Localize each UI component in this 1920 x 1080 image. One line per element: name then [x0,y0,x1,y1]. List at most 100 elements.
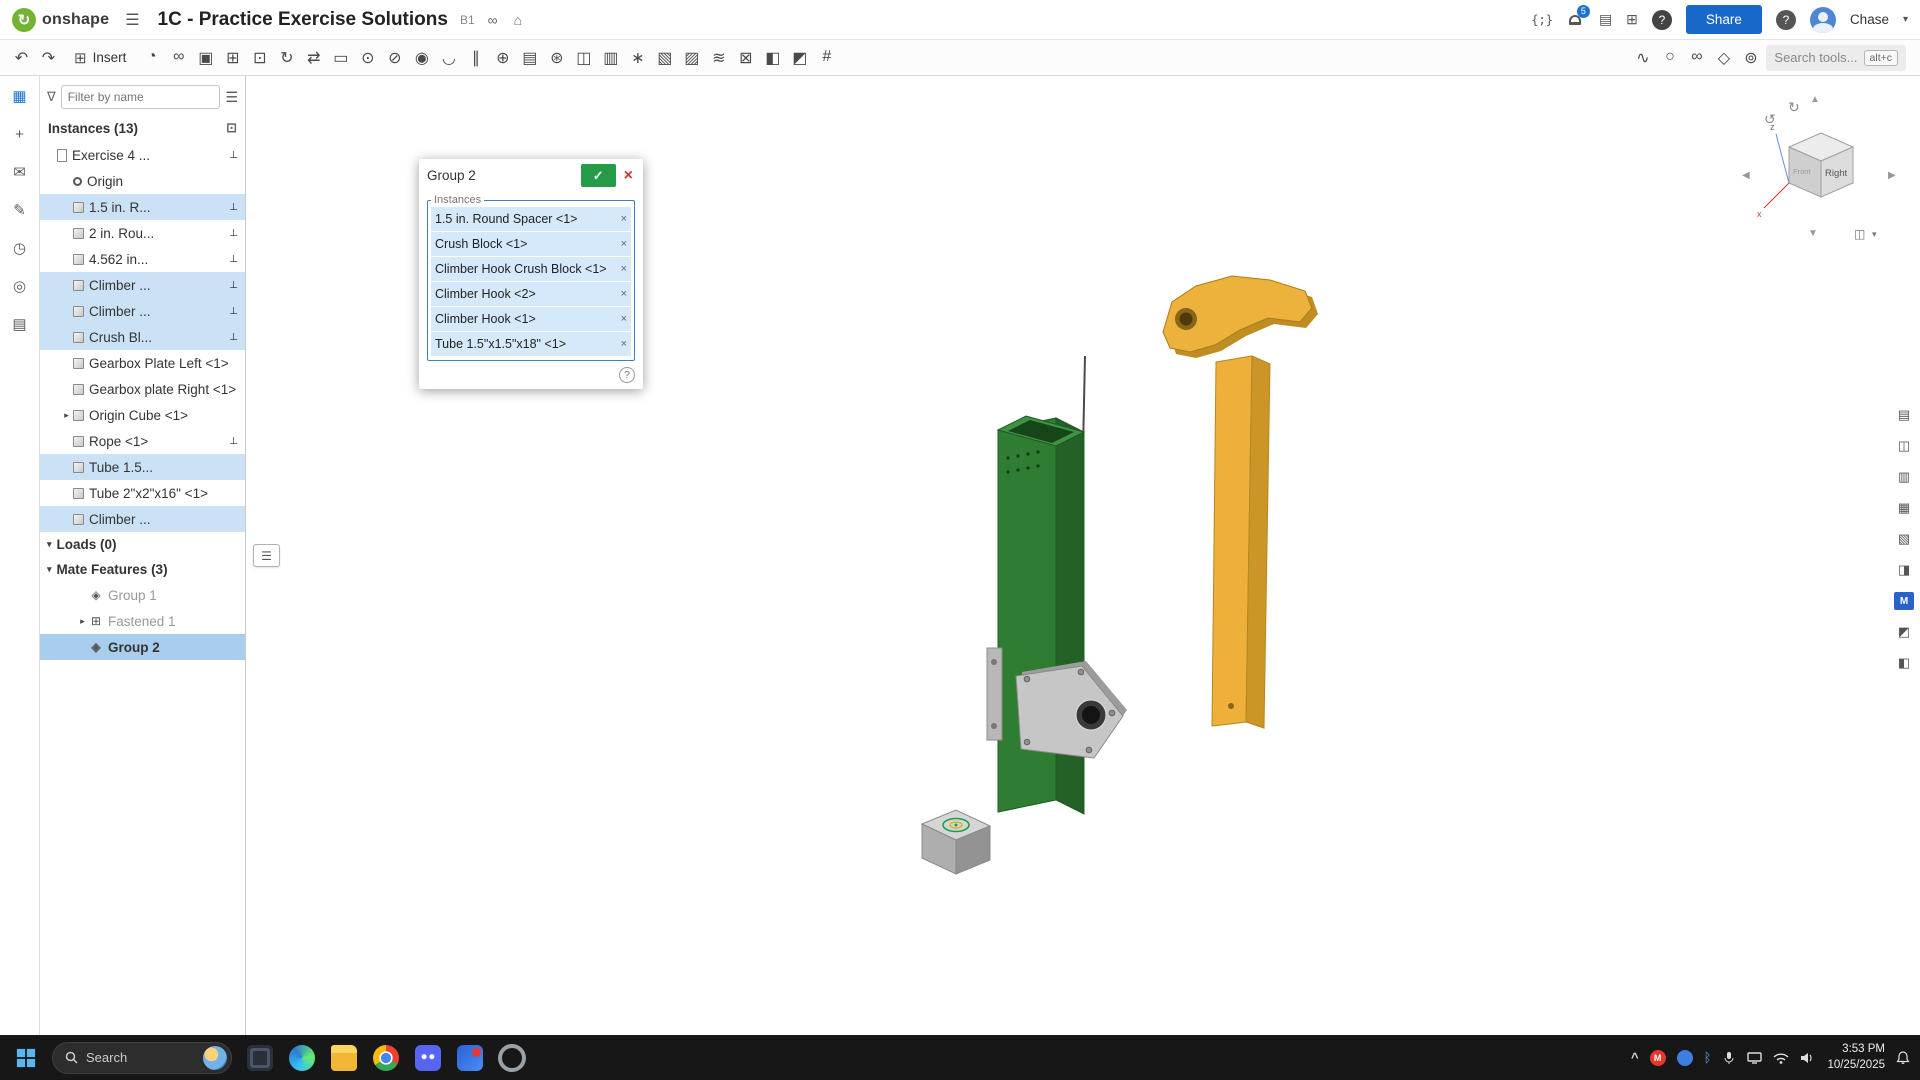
dialog-instance-row[interactable]: Climber Hook Crush Block <1>× [431,257,631,281]
markup-panel-icon[interactable]: ✎ [7,198,33,222]
mate-features-section-header[interactable]: ▾ Mate Features (3) [40,557,245,582]
tree-item[interactable]: 1.5 in. R...⊥ [40,194,245,220]
mate-connector-icon[interactable]: ⊥ [229,228,238,239]
mate-connector-icon[interactable]: ⊥ [229,436,238,447]
mate-connector-icon[interactable]: ⊥ [229,306,238,317]
planar-mate-icon[interactable]: ▭ [327,45,354,71]
viewcube-front-face-label[interactable]: Front [1793,167,1811,176]
tree-item[interactable]: 2 in. Rou...⊥ [40,220,245,246]
viewcube-right-face-label[interactable]: Right [1825,168,1848,179]
interference-icon[interactable]: ⊠ [732,45,759,71]
simulation-panel-icon[interactable]: ◩ [1894,623,1914,641]
help-icon[interactable]: ? [1776,10,1796,30]
show-mates-icon[interactable]: ∞ [1683,45,1710,71]
dialog-instance-row[interactable]: Climber Hook <1>× [431,307,631,331]
snap-view-icon[interactable]: ∿ [1629,45,1656,71]
show-hidden-icon[interactable]: ⊚ [1737,45,1764,71]
main-menu-icon[interactable]: ☰ [119,10,145,30]
exploded-view-icon[interactable]: ∗ [624,45,651,71]
share-link-icon[interactable]: ∞ [485,12,501,28]
tangent-mate-icon[interactable]: ◡ [435,45,462,71]
tree-item[interactable]: Climber ...⊥ [40,298,245,324]
tree-item[interactable]: Climber ... [40,506,245,532]
search-panel-icon[interactable]: ◎ [7,274,33,298]
instances-menu-icon[interactable]: ⊡ [226,120,237,136]
remove-instance-icon[interactable]: × [617,263,627,275]
tree-item[interactable]: Crush Bl...⊥ [40,324,245,350]
climber-hook-part[interactable] [1163,276,1318,728]
perspective-icon[interactable]: ◇ [1710,45,1737,71]
comments-panel-icon[interactable]: ✉ [7,160,33,184]
tree-item[interactable]: Tube 2"x2"x16" <1> [40,480,245,506]
taskbar-search[interactable]: Search [52,1042,232,1074]
edge-app-icon[interactable] [284,1038,320,1078]
feature-list-panel-icon[interactable]: ▦ [1894,499,1914,517]
app-tray-icon[interactable] [1677,1050,1693,1066]
history-panel-icon[interactable]: ◷ [7,236,33,260]
loads-section-header[interactable]: ▾ Loads (0) [40,532,245,557]
group-icon[interactable]: ▣ [192,45,219,71]
undo-icon[interactable]: ↶ [8,45,35,71]
whats-new-icon[interactable]: ▤ [1599,11,1612,28]
rotate-down-icon[interactable]: ▼ [1808,228,1818,239]
mirror-icon[interactable]: ◫ [570,45,597,71]
dev-mode-icon[interactable]: {;} [1531,13,1553,27]
mate-connector-icon[interactable]: ⊥ [229,280,238,291]
rotate-cw-icon[interactable]: ↻ [1788,99,1800,115]
filter-input[interactable] [61,85,221,109]
simulation-icon[interactable]: ≋ [705,45,732,71]
help-center-icon[interactable]: ? [1652,10,1672,30]
learning-center-icon[interactable]: ⌂ [511,12,525,28]
filter-icon[interactable]: ∇ [47,89,56,105]
tree-item[interactable]: Rope <1>⊥ [40,428,245,454]
share-button[interactable]: Share [1686,5,1762,34]
remove-instance-icon[interactable]: × [617,313,627,325]
insert-panel-icon[interactable]: + [7,122,33,146]
cylindrical-mate-icon[interactable]: ⊙ [354,45,381,71]
view-options-icon[interactable]: ◫ [1854,227,1865,241]
search-highlight-image[interactable] [203,1046,227,1070]
tree-item[interactable]: Gearbox Plate Left <1> [40,350,245,376]
microphone-icon[interactable] [1722,1051,1736,1065]
media-app-icon[interactable] [452,1038,488,1078]
dialog-instance-row[interactable]: Crush Block <1>× [431,232,631,256]
tree-item[interactable]: Exercise 4 ...⊥ [40,142,245,168]
remove-instance-icon[interactable]: × [617,238,627,250]
taskbar-clock[interactable]: 3:53 PM 10/25/2025 [1827,1042,1885,1073]
rotate-right-icon[interactable]: ▶ [1888,170,1896,181]
3d-viewport[interactable]: ☰ Group 2 ✓ × Instances 1.5 in. Round Sp… [246,76,1920,1035]
view-options-caret-icon[interactable]: ▾ [1872,229,1877,239]
dialog-instance-row[interactable]: 1.5 in. Round Spacer <1>× [431,207,631,231]
update-icon[interactable]: ◔ [138,45,165,71]
mate-connector-icon[interactable]: ⊥ [229,332,238,343]
start-button[interactable] [6,1038,46,1078]
version-badge[interactable]: B1 [460,13,475,27]
revolute-mate-icon[interactable]: ↻ [273,45,300,71]
remove-instance-icon[interactable]: × [617,338,627,350]
user-menu-caret-icon[interactable]: ▾ [1903,14,1908,25]
chrome-app-icon[interactable] [368,1038,404,1078]
confirm-button[interactable]: ✓ [581,164,616,187]
list-options-icon[interactable]: ☰ [225,89,238,106]
tree-item[interactable]: Gearbox plate Right <1> [40,376,245,402]
slider-mate-icon[interactable]: ⇄ [300,45,327,71]
user-avatar[interactable] [1810,7,1836,33]
file-explorer-icon[interactable] [326,1038,362,1078]
redo-icon[interactable]: ↷ [35,45,62,71]
discord-app-icon[interactable] [410,1038,446,1078]
tree-item[interactable]: Climber ...⊥ [40,272,245,298]
volume-icon[interactable] [1800,1052,1816,1064]
parallel-mate-icon[interactable]: ∥ [462,45,489,71]
mk-addon-panel-icon[interactable]: M [1894,592,1914,610]
material-panel-icon[interactable]: ◨ [1894,561,1914,579]
structure-panel-icon[interactable]: ▦ [7,84,33,108]
terminal-app-icon[interactable] [242,1038,278,1078]
onshape-logo[interactable]: ↻ onshape [12,8,109,32]
panel-toggle-button[interactable]: ☰ [253,544,280,567]
split-view-panel-icon[interactable]: ◧ [1894,654,1914,672]
configurations-panel-icon[interactable]: ◫ [1894,437,1914,455]
bluetooth-icon[interactable]: ᛒ [1704,1050,1712,1065]
pin-slot-mate-icon[interactable]: ⊘ [381,45,408,71]
appearance-panel-icon[interactable]: ▧ [1894,530,1914,548]
side-plate-part[interactable] [987,648,1002,740]
